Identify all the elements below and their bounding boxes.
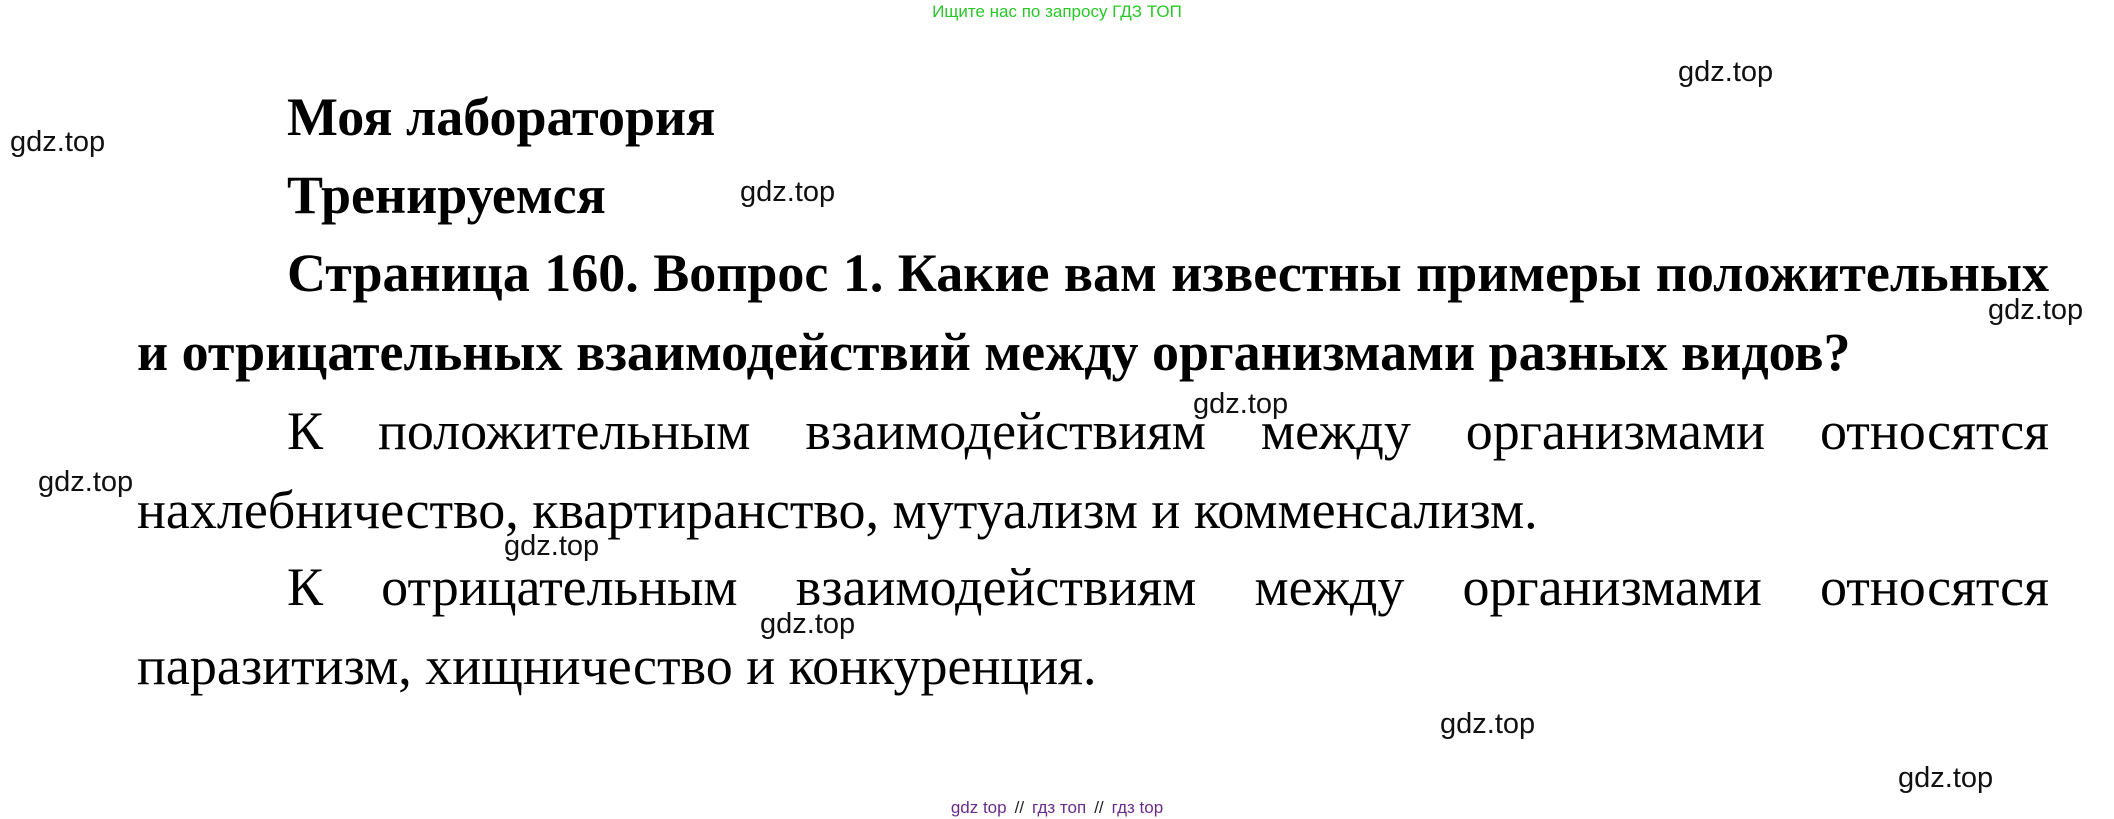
question-text: Страница 160. Вопрос 1. Какие вам извест…	[137, 243, 2049, 382]
answer-paragraph-positive: К положительным взаимодействиям между ор…	[137, 401, 2049, 540]
watermark: gdz.top	[1678, 56, 1774, 88]
watermark: gdz.top	[1988, 294, 2084, 326]
document-body: Моя лаборатория Тренируемся Страница 160…	[137, 78, 2049, 706]
watermark: gdz.top	[1193, 388, 1289, 420]
watermark: gdz.top	[1440, 708, 1536, 740]
page: Ищите нас по запросу ГДЗ ТОП Моя лаборат…	[0, 0, 2114, 819]
watermark: gdz.top	[1898, 762, 1994, 794]
watermark: gdz.top	[504, 530, 600, 562]
bottom-banner-item: gdz top	[950, 798, 1007, 817]
bottom-banner: gdz top // гдз топ // гдз top	[0, 798, 2114, 818]
heading-training: Тренируемся	[287, 165, 606, 225]
watermark: gdz.top	[38, 466, 134, 498]
watermark: gdz.top	[10, 126, 106, 158]
answer-paragraph-negative: К отрицательным взаимодействиям между ор…	[137, 557, 2049, 696]
bottom-banner-item: гдз top	[1111, 798, 1164, 817]
bottom-banner-separator: //	[1094, 798, 1104, 817]
watermark: gdz.top	[760, 608, 856, 640]
top-banner-text: Ищите нас по запросу ГДЗ ТОП	[932, 2, 1182, 21]
heading-my-laboratory: Моя лаборатория	[287, 87, 716, 147]
watermark: gdz.top	[740, 176, 836, 208]
bottom-banner-item: гдз топ	[1032, 798, 1087, 817]
bottom-banner-separator: //	[1014, 798, 1025, 817]
